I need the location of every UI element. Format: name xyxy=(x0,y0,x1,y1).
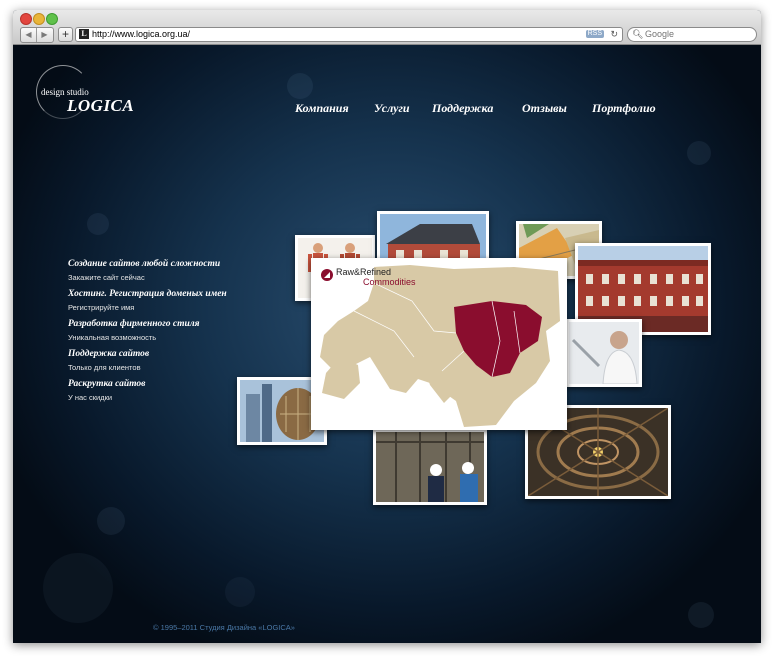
bokeh-light xyxy=(687,141,711,165)
history-buttons: ◀ ▶ xyxy=(20,27,54,43)
url-text[interactable]: http://www.logica.org.ua/ xyxy=(92,28,190,41)
zoom-window-button[interactable] xyxy=(46,13,58,25)
bokeh-light xyxy=(97,507,125,535)
featured-brand-line1: Raw&Refined xyxy=(336,267,392,277)
service-subtitle[interactable]: У нас скидки xyxy=(68,393,112,402)
brand-logo-icon xyxy=(321,269,333,281)
reload-button[interactable]: ↻ xyxy=(610,28,618,41)
nav-support[interactable]: Поддержка xyxy=(432,101,493,116)
footer-copyright: © 1995–2011 Студия Дизайна «LOGICA» xyxy=(153,623,295,632)
service-subtitle[interactable]: Регистрируйте имя xyxy=(68,303,134,312)
bokeh-light xyxy=(87,213,109,235)
portfolio-featured-map[interactable]: Raw&Refined Commodities xyxy=(311,258,567,430)
portfolio-thumb-workers[interactable] xyxy=(373,429,487,505)
forward-button[interactable]: ▶ xyxy=(37,28,52,42)
browser-toolbar: ◀ ▶ + L http://www.logica.org.ua/ RSS ↻ … xyxy=(13,10,761,45)
nav-reviews[interactable]: Отзывы xyxy=(522,101,567,116)
featured-brand-line2: Commodities xyxy=(363,277,416,287)
doctor-image xyxy=(569,322,639,384)
portfolio-thumb-doctor[interactable] xyxy=(566,319,642,387)
nav-portfolio[interactable]: Портфолио xyxy=(592,101,656,116)
service-subtitle[interactable]: Уникальная возможность xyxy=(68,333,156,342)
service-subtitle[interactable]: Закажите сайт сейчас xyxy=(68,273,145,282)
service-title[interactable]: Поддержка сайтов xyxy=(68,349,149,359)
nav-services[interactable]: Услуги xyxy=(374,101,410,116)
favicon-icon: L xyxy=(79,29,89,39)
bokeh-light xyxy=(688,602,714,628)
back-button[interactable]: ◀ xyxy=(21,28,36,42)
service-title[interactable]: Создание сайтов любой сложности xyxy=(68,259,220,269)
browser-window: ◀ ▶ + L http://www.logica.org.ua/ RSS ↻ … xyxy=(13,10,761,643)
logo-wordmark[interactable]: LOGICA xyxy=(67,96,134,116)
nav-company[interactable]: Компания xyxy=(295,101,349,116)
service-title[interactable]: Разработка фирменного стиля xyxy=(68,319,200,329)
search-input[interactable] xyxy=(645,28,749,41)
minimize-window-button[interactable] xyxy=(33,13,45,25)
service-title[interactable]: Хостинг. Регистрация доменых имен xyxy=(68,289,227,299)
search-icon: 🔍︎ xyxy=(632,29,644,39)
add-bookmark-button[interactable]: + xyxy=(58,27,73,42)
bokeh-light xyxy=(43,553,113,623)
service-title[interactable]: Раскрутка сайтов xyxy=(68,379,145,389)
bokeh-light xyxy=(287,73,313,99)
web-page: design studio LOGICA Компания Услуги Под… xyxy=(13,45,761,643)
rss-button[interactable]: RSS xyxy=(585,30,604,38)
address-bar[interactable]: L http://www.logica.org.ua/ RSS ↻ xyxy=(75,27,623,42)
service-subtitle[interactable]: Только для клиентов xyxy=(68,363,141,372)
construction-workers-image xyxy=(376,432,484,502)
close-window-button[interactable] xyxy=(20,13,32,25)
bokeh-light xyxy=(225,577,255,607)
search-field[interactable]: 🔍︎ xyxy=(627,27,757,42)
europe-map-image xyxy=(314,261,564,427)
